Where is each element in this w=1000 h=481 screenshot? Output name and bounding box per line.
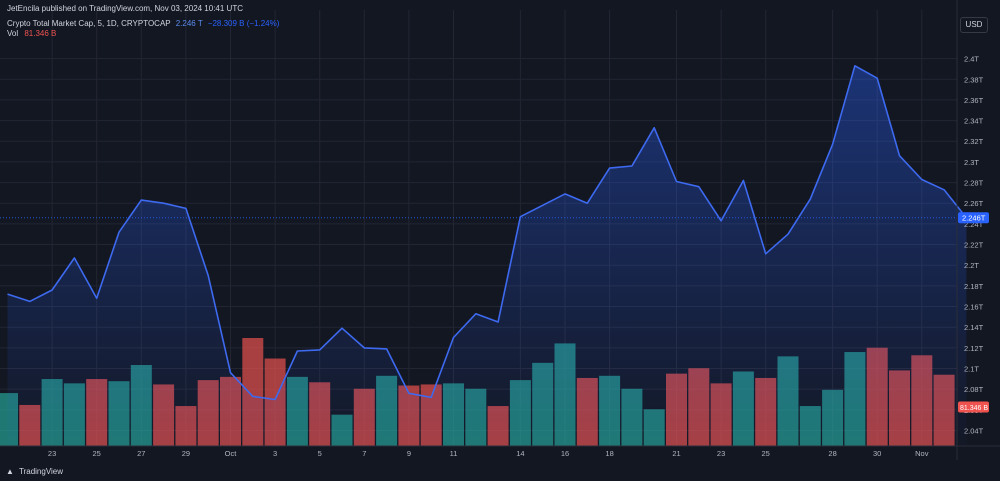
- x-tick-label: 21: [672, 449, 680, 458]
- y-tick-label: 2.4T: [964, 55, 979, 64]
- x-tick-label: 30: [873, 449, 881, 458]
- tradingview-logo[interactable]: ▲ TradingView: [6, 467, 63, 476]
- y-tick-label: 2.36T: [964, 96, 984, 105]
- x-tick-label: 16: [561, 449, 569, 458]
- x-tick-label: 14: [516, 449, 524, 458]
- y-tick-label: 2.08T: [964, 385, 984, 394]
- x-tick-label: 11: [450, 449, 458, 458]
- x-tick-label: 9: [407, 449, 411, 458]
- y-tick-label: 2.34T: [964, 117, 984, 126]
- y-tick-label: 2.16T: [964, 303, 984, 312]
- y-tick-label: 2.04T: [964, 427, 984, 436]
- y-tick-label: 2.28T: [964, 179, 984, 188]
- x-tick-label: 23: [48, 449, 56, 458]
- last-value: 2.246 T: [175, 19, 203, 28]
- symbol-legend[interactable]: Crypto Total Market Cap, 5, 1D, CRYPTOCA…: [7, 19, 279, 28]
- price-area: [7, 65, 967, 447]
- x-tick-label: 25: [93, 449, 101, 458]
- x-tick-label: 23: [717, 449, 725, 458]
- x-tick-label: 29: [182, 449, 190, 458]
- volume-value: 81.346 B: [24, 29, 57, 38]
- y-tick-label: 2.1T: [964, 365, 979, 374]
- volume-label: Vol: [7, 29, 19, 38]
- y-tick-label: 2.26T: [964, 199, 984, 208]
- volume-badge-label: 81.346 B: [960, 405, 988, 412]
- x-tick-label: 18: [605, 449, 613, 458]
- y-tick-label: 2.18T: [964, 282, 984, 291]
- x-tick-label: 25: [762, 449, 770, 458]
- y-tick-label: 2.14T: [964, 323, 984, 332]
- y-tick-label: 2.2T: [964, 261, 979, 270]
- y-tick-label: 2.3T: [964, 158, 979, 167]
- publish-info: JetEncila published on TradingView.com, …: [7, 4, 243, 13]
- tradingview-mark-icon: ▲: [6, 467, 14, 476]
- last-price-label: 2.246T: [962, 214, 986, 223]
- x-tick-label: 28: [828, 449, 836, 458]
- x-tick-label: 27: [137, 449, 145, 458]
- x-tick-label: 5: [318, 449, 322, 458]
- x-tick-label: 7: [362, 449, 366, 458]
- chart-svg[interactable]: 2.4T 2.38T 2.36T 2.34T 2.32T 2.3T 2.28T 2.26T 2.…: [0, 0, 1000, 481]
- y-tick-label: 2.12T: [964, 344, 984, 353]
- y-tick-label: 2.38T: [964, 75, 984, 84]
- change-value: −28.309 B (−1.24%): [207, 19, 280, 28]
- symbol-title: Crypto Total Market Cap, 5, 1D, CRYPTOCA…: [7, 19, 171, 28]
- volume-legend[interactable]: Vol 81.346 B: [7, 29, 56, 38]
- tradingview-brand: TradingView: [19, 467, 64, 476]
- x-tick-label: Oct: [225, 449, 238, 458]
- x-tick-label: 3: [273, 449, 277, 458]
- x-tick-label: Nov: [915, 449, 929, 458]
- currency-button[interactable]: USD: [960, 17, 988, 33]
- y-tick-label: 2.32T: [964, 137, 984, 146]
- y-tick-label: 2.22T: [964, 241, 984, 250]
